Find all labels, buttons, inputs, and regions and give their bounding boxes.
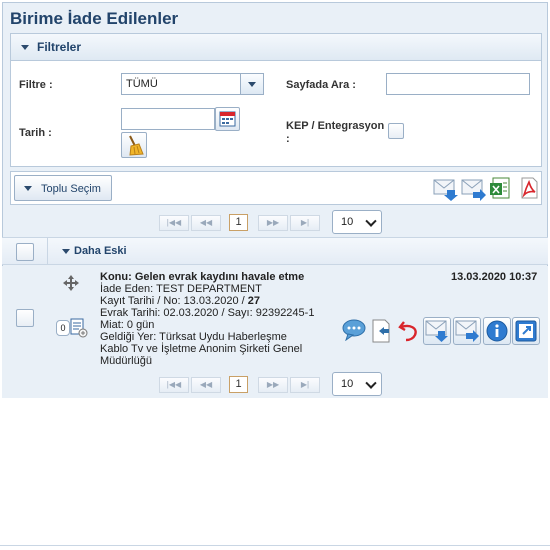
last-page-button[interactable]: ▶| — [290, 215, 320, 231]
date-input[interactable] — [121, 108, 215, 130]
filter-select-value: TÜMÜ — [126, 78, 158, 90]
returned-by-label: İade Eden: — [100, 283, 157, 295]
pager-top: |◀◀ ◀◀ 1 ▶▶ ▶| 10 — [2, 209, 548, 237]
returned-by-value: TEST DEPARTMENT — [156, 283, 262, 295]
source-line-2: Kablo Tv ve İşletme Anonim Şirketi Genel — [100, 343, 303, 355]
open-external-icon — [515, 320, 537, 342]
pager-bottom: |◀◀ ◀◀ 1 ▶▶ ▶| 10 — [2, 371, 548, 399]
return-document-icon[interactable] — [371, 319, 393, 343]
pdf-export-icon[interactable] — [518, 176, 540, 202]
clear-date-button[interactable] — [121, 132, 147, 158]
mail-forward-icon[interactable] — [461, 176, 487, 202]
kep-checkbox[interactable] — [388, 123, 404, 139]
first-page-button[interactable]: |◀◀ — [159, 215, 189, 231]
mail-download-icon[interactable] — [433, 176, 459, 202]
current-page[interactable]: 1 — [229, 214, 248, 231]
record-date: 13.03.2020 / — [183, 295, 248, 307]
record-label: Kayıt Tarihi / No: — [100, 295, 184, 307]
move-icon[interactable] — [63, 275, 79, 291]
document-line: Evrak Tarihi: 02.03.2020 / Sayı: 9239224… — [100, 307, 315, 319]
prev-page-button[interactable]: ◀◀ — [191, 377, 221, 393]
kep-label: KEP / Entegrasyon — [286, 120, 385, 132]
bulk-select-label: Toplu Seçim — [41, 183, 101, 195]
page-title: Birime İade Edilenler — [10, 9, 179, 28]
first-page-button[interactable]: |◀◀ — [159, 377, 189, 393]
excel-export-icon[interactable] — [489, 176, 513, 202]
select-all-checkbox[interactable] — [16, 243, 34, 261]
source-line-3: Müdürlüğü — [100, 355, 152, 367]
calendar-button[interactable] — [215, 107, 240, 131]
search-input[interactable] — [386, 73, 530, 95]
mail-download-icon — [425, 320, 448, 342]
broom-icon — [129, 135, 144, 156]
record-number: 27 — [247, 295, 261, 307]
bulk-select-button[interactable]: Toplu Seçim — [14, 175, 112, 201]
group-header-row: Daha Eski — [2, 237, 548, 265]
item-date: 13.03.2020 10:37 — [451, 271, 538, 283]
open-document-button[interactable] — [512, 317, 540, 345]
filters-header[interactable]: Filtreler — [11, 34, 541, 61]
column-divider — [47, 238, 48, 265]
mail-download-button[interactable] — [423, 317, 451, 345]
kep-label-colon: : — [286, 133, 290, 145]
subject-line: Konu: Gelen evrak kaydını havale etme — [100, 271, 304, 283]
prev-page-button[interactable]: ◀◀ — [191, 215, 221, 231]
chevron-down-icon — [365, 377, 377, 389]
dropdown-arrow-icon[interactable] — [240, 74, 263, 94]
page-size-select[interactable]: 10 — [332, 210, 382, 234]
filters-panel: Filtreler Filtre : TÜMÜ Sayfada Ara : Ta… — [10, 33, 542, 167]
comment-icon[interactable] — [342, 319, 366, 341]
group-label[interactable]: Daha Eski — [74, 245, 127, 257]
last-page-button[interactable]: ▶| — [290, 377, 320, 393]
collapse-triangle-icon[interactable] — [62, 249, 70, 254]
next-page-button[interactable]: ▶▶ — [258, 377, 288, 393]
page-size-value: 10 — [341, 216, 354, 228]
next-page-button[interactable]: ▶▶ — [258, 215, 288, 231]
returned-by-line: İade Eden: TEST DEPARTMENT — [100, 283, 262, 295]
subject-text: Gelen evrak kaydını havale etme — [134, 271, 305, 283]
chevron-down-icon — [365, 215, 377, 227]
filter-select[interactable]: TÜMÜ — [121, 73, 264, 95]
source-line-1: Geldiği Yer: Türksat Uydu Haberleşme — [100, 331, 287, 343]
mail-forward-button[interactable] — [453, 317, 481, 345]
date-label: Tarih : — [19, 127, 52, 139]
page-size-value: 10 — [341, 378, 354, 390]
action-toolbar: Toplu Seçim — [10, 171, 542, 205]
page-size-select[interactable]: 10 — [332, 372, 382, 396]
collapse-triangle-icon — [21, 44, 29, 50]
deadline-line: Miat: 0 gün — [100, 319, 155, 331]
calendar-icon — [219, 111, 236, 127]
current-page[interactable]: 1 — [229, 376, 248, 393]
undo-icon[interactable] — [398, 318, 420, 342]
attachment-count-badge: 0 — [56, 320, 70, 336]
search-label: Sayfada Ara : — [286, 79, 356, 91]
subject-prefix: Konu: — [100, 271, 135, 283]
info-button[interactable] — [483, 317, 511, 345]
filters-header-label: Filtreler — [37, 40, 82, 54]
item-checkbox[interactable] — [16, 309, 34, 327]
info-icon — [486, 320, 508, 342]
mail-forward-icon — [455, 320, 479, 342]
document-list-icon[interactable] — [70, 318, 88, 338]
footer-divider — [0, 545, 550, 546]
filter-label: Filtre : — [19, 79, 53, 91]
dropdown-triangle-icon — [24, 186, 32, 191]
record-line: Kayıt Tarihi / No: 13.03.2020 / 27 — [100, 295, 260, 307]
